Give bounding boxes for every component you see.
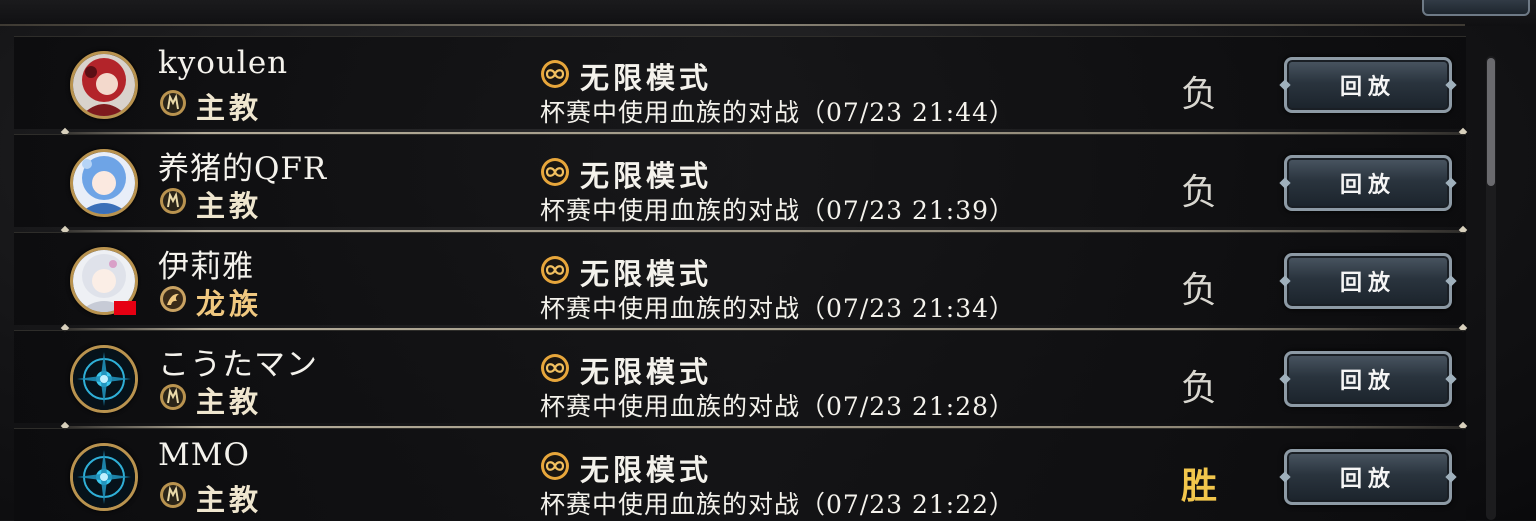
battle-result: 负 [1180, 368, 1217, 409]
class-label: 主教 [196, 91, 263, 125]
battle-result: 负 [1180, 172, 1217, 213]
player-name: こうたマン [158, 347, 318, 383]
top-right-button[interactable] [1422, 0, 1530, 16]
bishop-crest-icon [160, 90, 186, 116]
infinity-icon [541, 60, 569, 88]
dragon-crest-icon [160, 286, 186, 312]
player-avatar[interactable] [70, 149, 138, 217]
default-emblem-avatar [73, 348, 135, 410]
battle-description: 杯赛中使用血族的对战（07/23 21:44） [540, 98, 1016, 127]
default-emblem-avatar [73, 446, 135, 508]
infinity-icon [541, 158, 569, 186]
player-name: MMO [158, 437, 250, 473]
player-avatar[interactable] [70, 345, 138, 413]
player-name: 伊莉雅 [158, 249, 254, 285]
battle-row: 养猪的QFR 主教 无限模式 杯赛中使用血族的对战（07/23 21:39） 负… [14, 134, 1466, 227]
bishop-crest-icon [160, 482, 186, 508]
player-avatar[interactable] [70, 443, 138, 511]
scrollbar[interactable] [1486, 56, 1496, 520]
mode-label: 无限模式 [580, 453, 713, 487]
replay-button[interactable]: 回放 [1284, 253, 1452, 309]
class-label: 龙族 [196, 287, 263, 321]
top-divider [0, 24, 1465, 26]
player-name: kyoulen [158, 45, 289, 81]
blue-haired-character-avatar [73, 152, 135, 214]
player-name: 养猪的QFR [158, 151, 328, 187]
replay-button[interactable]: 回放 [1284, 351, 1452, 407]
player-avatar[interactable] [70, 51, 138, 119]
battle-description: 杯赛中使用血族的对战（07/23 21:22） [540, 490, 1016, 519]
bishop-crest-icon [160, 384, 186, 410]
bishop-crest-icon [160, 188, 186, 214]
replay-button[interactable]: 回放 [1284, 449, 1452, 505]
mode-label: 无限模式 [580, 355, 713, 389]
battle-row: 伊莉雅 龙族 无限模式 杯赛中使用血族的对战（07/23 21:34） 负 回放 [14, 232, 1466, 325]
battle-result: 胜 [1180, 465, 1217, 507]
top-strip [0, 0, 1536, 26]
battle-result: 负 [1180, 270, 1217, 311]
mode-label: 无限模式 [580, 61, 713, 95]
battle-description: 杯赛中使用血族的对战（07/23 21:28） [540, 392, 1016, 421]
class-label: 主教 [196, 385, 263, 419]
replay-button[interactable]: 回放 [1284, 155, 1452, 211]
infinity-icon [541, 354, 569, 382]
battle-description: 杯赛中使用血族的对战（07/23 21:39） [540, 196, 1016, 225]
china-flag-icon [114, 301, 136, 315]
battle-description: 杯赛中使用血族的对战（07/23 21:34） [540, 294, 1016, 323]
battle-result: 负 [1180, 74, 1217, 115]
battle-row: こうたマン 主教 无限模式 杯赛中使用血族的对战（07/23 21:28） 负 … [14, 330, 1466, 423]
infinity-icon [541, 452, 569, 480]
replay-button[interactable]: 回放 [1284, 57, 1452, 113]
red-haired-character-avatar [73, 54, 135, 116]
mode-label: 无限模式 [580, 159, 713, 193]
mode-label: 无限模式 [580, 257, 713, 291]
scrollbar-thumb[interactable] [1487, 58, 1495, 186]
battle-row: kyoulen 主教 无限模式 杯赛中使用血族的对战（07/23 21:44） … [14, 36, 1466, 129]
battle-row: MMO 主教 无限模式 杯赛中使用血族的对战（07/23 21:22） 胜 回放 [14, 428, 1466, 521]
infinity-icon [541, 256, 569, 284]
class-label: 主教 [196, 189, 263, 223]
class-label: 主教 [196, 483, 263, 517]
